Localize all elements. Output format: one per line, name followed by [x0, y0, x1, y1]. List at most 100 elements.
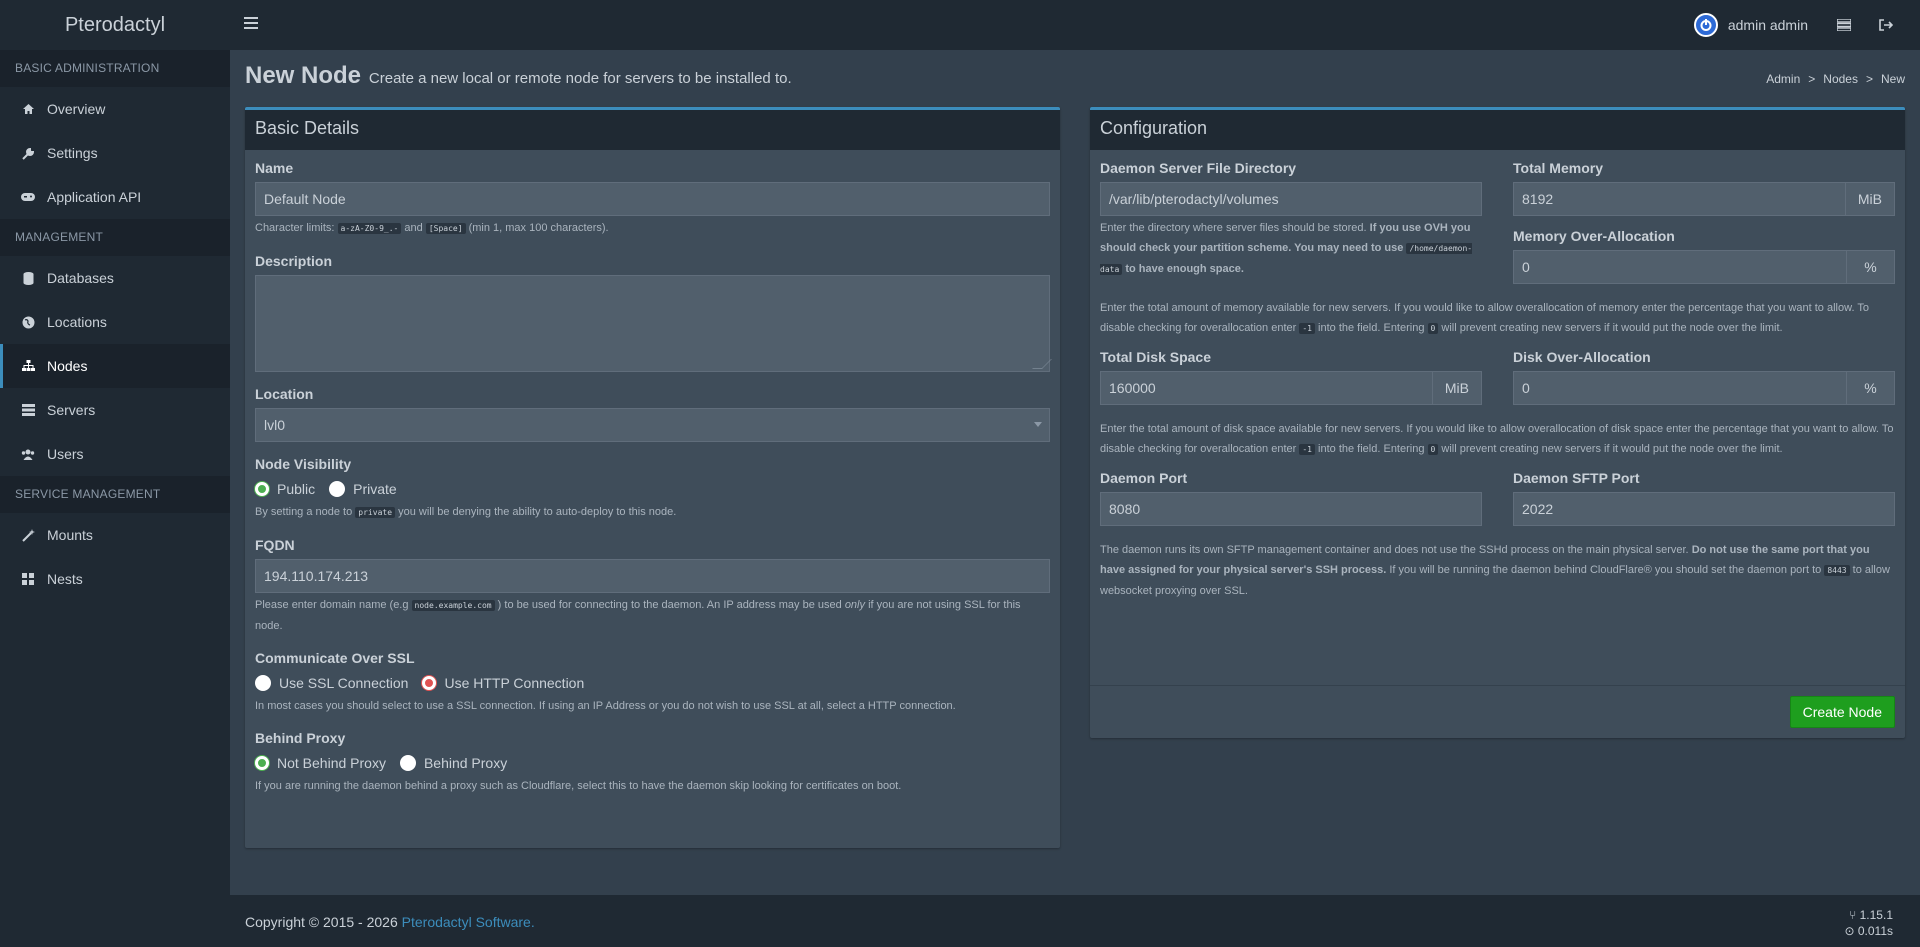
- copyright: Copyright © 2015 - 2026 Pterodactyl Soft…: [245, 914, 535, 930]
- sidebar-item-label: Mounts: [47, 527, 93, 543]
- sidebar-item-label: Users: [47, 446, 84, 462]
- description-label: Description: [255, 253, 333, 269]
- th-large-icon: [21, 572, 35, 586]
- page-title: New Node: [245, 62, 362, 89]
- page-footer: Copyright © 2015 - 2026 Pterodactyl Soft…: [230, 895, 1920, 947]
- ssl-help: In most cases you should select to use a…: [255, 700, 956, 712]
- user-avatar[interactable]: [1693, 13, 1718, 37]
- sidebar-header-management: MANAGEMENT: [0, 219, 230, 256]
- wrench-icon: [21, 146, 35, 160]
- sidebar-item-application-api[interactable]: Application API: [0, 175, 230, 219]
- sidebar-header-service: SERVICE MANAGEMENT: [0, 476, 230, 513]
- render-time: 0.011s: [1857, 924, 1893, 938]
- sidebar-item-mounts[interactable]: Mounts: [0, 513, 230, 557]
- sidebar-header-basic: BASIC ADMINISTRATION: [0, 50, 230, 87]
- daemon-dir-input[interactable]: /var/lib/pterodactyl/volumes: [1100, 182, 1482, 216]
- ssl-connection-radio[interactable]: [255, 675, 271, 691]
- sidebar-item-nests[interactable]: Nests: [0, 557, 230, 601]
- memory-overalloc-input[interactable]: 0: [1513, 250, 1847, 284]
- sidebar-toggle-icon[interactable]: [244, 16, 258, 34]
- total-disk-label: Total Disk Space: [1100, 349, 1212, 365]
- home-icon: [21, 102, 35, 116]
- server-list-icon[interactable]: [1836, 17, 1852, 33]
- not-behind-proxy-label[interactable]: Not Behind Proxy: [277, 755, 386, 771]
- daemon-port-label: Daemon Port: [1100, 470, 1188, 486]
- globe-icon: [21, 315, 35, 329]
- resize-handle-icon[interactable]: [1032, 359, 1052, 369]
- sitemap-icon: [21, 359, 35, 373]
- sign-out-icon[interactable]: [1878, 17, 1894, 33]
- create-node-button[interactable]: Create Node: [1789, 696, 1895, 728]
- sidebar: BASIC ADMINISTRATION Overview Settings A…: [0, 50, 230, 947]
- visibility-label: Node Visibility: [255, 456, 352, 472]
- content-header: New Node Create a new local or remote no…: [245, 62, 1905, 94]
- memory-overalloc-label: Memory Over-Allocation: [1513, 228, 1675, 244]
- breadcrumb-nodes[interactable]: Nodes: [1823, 72, 1858, 86]
- basic-details-box: Basic Details Name Default Node Characte…: [245, 107, 1060, 848]
- sidebar-item-overview[interactable]: Overview: [0, 87, 230, 131]
- configuration-box: Configuration Daemon Server File Directo…: [1090, 107, 1905, 738]
- ssl-label: Communicate Over SSL: [255, 650, 415, 666]
- sftp-port-input[interactable]: 2022: [1513, 492, 1895, 526]
- http-connection-radio[interactable]: [422, 676, 437, 690]
- clock-icon: ⊙: [1844, 924, 1855, 938]
- daemon-dir-help: Enter the directory where server files s…: [1100, 222, 1473, 275]
- sidebar-item-nodes[interactable]: Nodes: [0, 344, 230, 388]
- disk-overalloc-input[interactable]: 0: [1513, 371, 1847, 405]
- sidebar-item-label: Nests: [47, 571, 83, 587]
- configuration-title: Configuration: [1090, 110, 1905, 150]
- visibility-public-label[interactable]: Public: [277, 481, 315, 497]
- sidebar-item-databases[interactable]: Databases: [0, 256, 230, 300]
- daemon-port-input[interactable]: 8080: [1100, 492, 1482, 526]
- name-label: Name: [255, 160, 294, 176]
- behind-proxy-label[interactable]: Behind Proxy: [424, 755, 507, 771]
- sidebar-item-label: Nodes: [47, 358, 88, 374]
- user-name[interactable]: admin admin: [1728, 17, 1808, 33]
- proxy-help: If you are running the daemon behind a p…: [255, 780, 902, 792]
- total-disk-input[interactable]: 160000: [1100, 371, 1433, 405]
- breadcrumb-new: New: [1880, 72, 1905, 86]
- breadcrumb-admin[interactable]: Admin: [1766, 72, 1800, 86]
- sidebar-item-label: Overview: [47, 101, 106, 117]
- users-icon: [21, 447, 35, 461]
- fqdn-input[interactable]: 194.110.174.213: [255, 559, 1050, 593]
- visibility-public-radio[interactable]: [255, 482, 269, 496]
- disk-overalloc-label: Disk Over-Allocation: [1513, 349, 1651, 365]
- visibility-private-radio[interactable]: [329, 481, 346, 497]
- server-icon: [21, 403, 35, 417]
- visibility-help: By setting a node to private you will be…: [255, 506, 677, 518]
- sidebar-item-settings[interactable]: Settings: [0, 131, 230, 175]
- http-connection-label[interactable]: Use HTTP Connection: [444, 675, 584, 691]
- pterodactyl-link[interactable]: Pterodactyl Software.: [402, 914, 535, 930]
- disk-unit: MiB: [1432, 371, 1482, 405]
- top-navbar: Pterodactyl admin admin: [0, 0, 1920, 50]
- version-info: ⑂ 1.15.1 ⊙ 0.011s: [1844, 907, 1893, 939]
- behind-proxy-radio[interactable]: [399, 755, 416, 771]
- location-select[interactable]: lvl0: [255, 408, 1050, 442]
- memory-unit: MiB: [1845, 182, 1895, 216]
- brand-logo[interactable]: Pterodactyl: [0, 14, 230, 37]
- sidebar-item-locations[interactable]: Locations: [0, 300, 230, 344]
- location-label: Location: [255, 386, 314, 402]
- name-help: Character limits: a-zA-Z0-9_.- and [Spac…: [255, 222, 609, 234]
- visibility-private-label[interactable]: Private: [353, 481, 397, 497]
- disk-help: Enter the total amount of disk space ava…: [1100, 423, 1894, 455]
- not-behind-proxy-radio[interactable]: [255, 756, 269, 770]
- sftp-port-label: Daemon SFTP Port: [1513, 470, 1640, 486]
- sidebar-item-users[interactable]: Users: [0, 432, 230, 476]
- memory-help: Enter the total amount of memory availab…: [1100, 302, 1869, 334]
- sidebar-item-label: Application API: [47, 189, 142, 205]
- page-subtitle: Create a new local or remote node for se…: [368, 70, 792, 87]
- ssl-connection-label[interactable]: Use SSL Connection: [279, 675, 408, 691]
- name-input[interactable]: Default Node: [255, 182, 1050, 216]
- sidebar-item-servers[interactable]: Servers: [0, 388, 230, 432]
- proxy-label: Behind Proxy: [255, 730, 346, 746]
- basic-details-title: Basic Details: [245, 110, 1060, 150]
- gamepad-icon: [21, 190, 35, 204]
- total-memory-label: Total Memory: [1513, 160, 1603, 176]
- description-textarea[interactable]: [255, 275, 1052, 372]
- fqdn-label: FQDN: [255, 537, 295, 553]
- total-memory-input[interactable]: 8192: [1513, 182, 1846, 216]
- disk-overalloc-unit: %: [1847, 371, 1895, 405]
- sidebar-item-label: Settings: [47, 145, 98, 161]
